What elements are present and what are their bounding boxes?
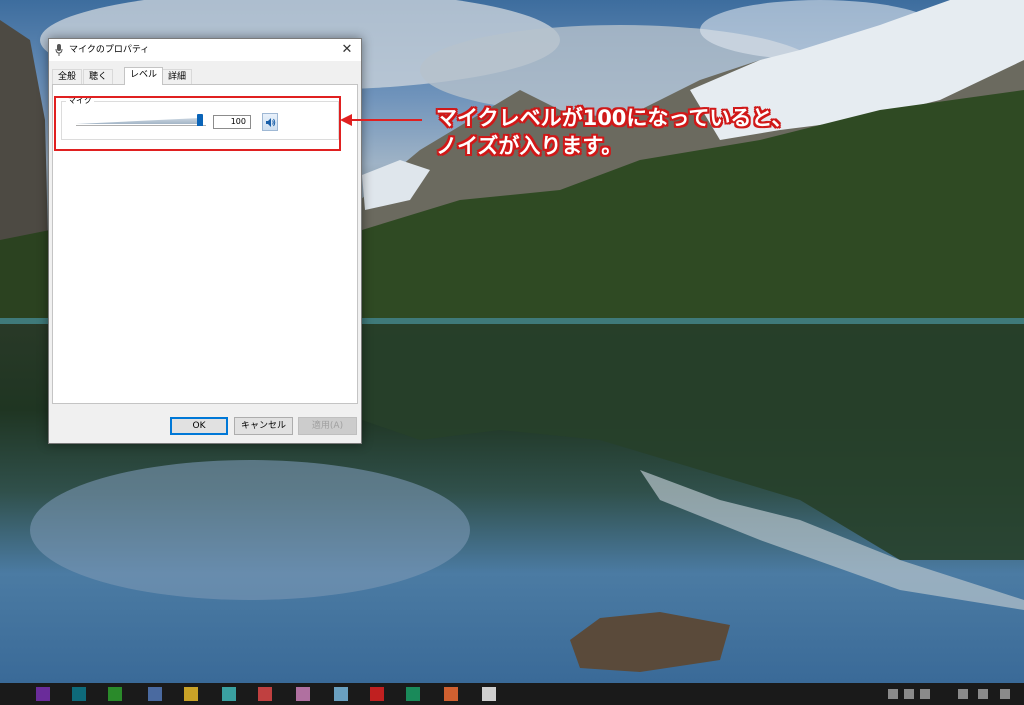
apply-button[interactable]: 適用(A)	[298, 417, 357, 435]
annotation-text: マイクレベルが100になっていると、 ノイズが入ります。	[436, 104, 793, 160]
taskbar-app-icon[interactable]	[296, 687, 310, 701]
cancel-button[interactable]: キャンセル	[234, 417, 293, 435]
tray-icon[interactable]	[958, 689, 968, 699]
annotation-line-2: ノイズが入ります。	[436, 134, 623, 159]
tray-icon[interactable]	[978, 689, 988, 699]
tray-icon[interactable]	[1000, 689, 1010, 699]
close-icon: ✕	[341, 42, 353, 57]
tray-icon[interactable]	[904, 689, 914, 699]
taskbar-app-icon[interactable]	[184, 687, 198, 701]
tray-icon[interactable]	[920, 689, 930, 699]
ok-button[interactable]: OK	[170, 417, 228, 435]
taskbar-app-icon[interactable]	[482, 687, 496, 701]
tab-listen[interactable]: 聴く	[83, 69, 114, 84]
arrow-icon	[340, 114, 422, 126]
tab-general[interactable]: 全般	[52, 69, 83, 84]
tab-label: 全般	[58, 72, 77, 82]
taskbar-app-icon[interactable]	[222, 687, 236, 701]
taskbar	[0, 683, 1024, 705]
tab-levels[interactable]: レベル	[124, 67, 164, 85]
close-button[interactable]: ✕	[333, 39, 361, 61]
taskbar-app-icon[interactable]	[148, 687, 162, 701]
taskbar-app-icon[interactable]	[370, 687, 384, 701]
tab-strip: 全般 聴く レベル 詳細	[52, 67, 358, 85]
taskbar-app-icon[interactable]	[334, 687, 348, 701]
taskbar-app-icon[interactable]	[72, 687, 86, 701]
taskbar-app-icon[interactable]	[258, 687, 272, 701]
microphone-icon	[55, 44, 63, 56]
dialog-title: マイクのプロパティ	[69, 45, 150, 55]
taskbar-app-icon[interactable]	[108, 687, 122, 701]
tab-label: 詳細	[168, 72, 187, 82]
taskbar-app-icon[interactable]	[444, 687, 458, 701]
title-bar[interactable]: マイクのプロパティ ✕	[49, 39, 361, 61]
tab-label: レベル	[130, 70, 158, 80]
tab-label: 聴く	[89, 72, 108, 82]
tab-advanced[interactable]: 詳細	[162, 69, 193, 84]
taskbar-app-icon[interactable]	[36, 687, 50, 701]
tray-icon[interactable]	[888, 689, 898, 699]
highlight-box	[54, 96, 341, 151]
annotation-line-1: マイクレベルが100になっていると、	[436, 106, 793, 131]
taskbar-app-icon[interactable]	[406, 687, 420, 701]
